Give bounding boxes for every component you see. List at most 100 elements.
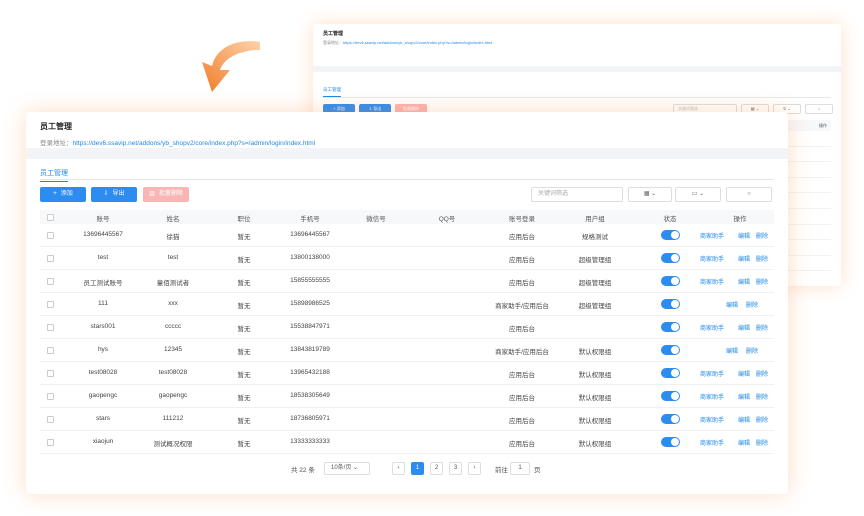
cell-name: 徐猫 xyxy=(166,234,180,241)
page-3-button[interactable]: 3 xyxy=(449,462,462,475)
status-toggle[interactable] xyxy=(661,345,680,355)
delete-link[interactable]: 删除 xyxy=(756,277,768,286)
select-all-checkbox[interactable] xyxy=(47,214,54,221)
table-row: xiaojun 测试概况权限 暂无 13333333333 应用后台 默认权限组 商家助手 编… xyxy=(40,431,774,454)
cell-position: 暂无 xyxy=(237,395,251,402)
row-checkbox[interactable] xyxy=(47,439,54,446)
cell-account: 111 xyxy=(98,300,108,307)
add-button[interactable]: + 添加 xyxy=(40,187,86,202)
assistant-link[interactable]: 商家助手 xyxy=(700,323,724,332)
row-checkbox[interactable] xyxy=(47,278,54,285)
status-toggle[interactable] xyxy=(661,437,680,447)
cell-group: 超级管理组 xyxy=(578,280,612,287)
delete-link[interactable]: 删除 xyxy=(756,323,768,332)
assistant-link[interactable]: 商家助手 xyxy=(700,392,724,401)
assistant-link[interactable]: 商家助手 xyxy=(700,254,724,263)
cell-group: 规格测试 xyxy=(582,234,608,241)
status-toggle[interactable] xyxy=(661,414,680,424)
row-checkbox[interactable] xyxy=(47,416,54,423)
back-col-header: 操作 xyxy=(819,123,827,128)
col-qq: QQ号 xyxy=(438,216,456,223)
cell-account: gaopengc xyxy=(88,392,118,399)
table-row: stars001 ccccc 暂无 15538847971 应用后台 商家助手 编辑 删除 xyxy=(40,316,774,339)
delete-link[interactable]: 删除 xyxy=(756,231,768,240)
edit-link[interactable]: 编辑 xyxy=(738,254,750,263)
col-status: 状态 xyxy=(663,216,677,223)
delete-link[interactable]: 删除 xyxy=(756,438,768,447)
delete-link[interactable]: 删除 xyxy=(756,415,768,424)
row-checkbox[interactable] xyxy=(47,393,54,400)
login-url-link[interactable]: https://dev6.ssavip.net/addons/yb_shopv2… xyxy=(73,140,316,147)
row-checkbox[interactable] xyxy=(47,370,54,377)
status-toggle[interactable] xyxy=(661,253,680,263)
edit-link[interactable]: 编辑 xyxy=(738,392,750,401)
cell-phone: 15855555555 xyxy=(290,277,330,284)
status-toggle[interactable] xyxy=(661,322,680,332)
table-row: 13696445567 徐猫 暂无 13696445567 应用后台 规格测试 商家助手 编辑… xyxy=(40,224,774,247)
cell-name: test xyxy=(167,254,179,261)
download-icon: ⇩ xyxy=(103,191,109,197)
export-button[interactable]: ⇩ 导出 xyxy=(91,187,137,202)
cell-group: 默认权限组 xyxy=(578,418,612,425)
edit-link[interactable]: 编辑 xyxy=(738,438,750,447)
delete-link[interactable]: 删除 xyxy=(746,300,758,309)
search-icon: ○ xyxy=(747,191,751,197)
row-checkbox[interactable] xyxy=(47,255,54,262)
cell-account: 13696445567 xyxy=(83,231,123,238)
batch-delete-button[interactable]: ▥ 批量删除 xyxy=(143,187,189,202)
keyword-search-input[interactable]: 关键词筛选 xyxy=(531,187,623,202)
delete-link[interactable]: 删除 xyxy=(756,392,768,401)
batch-delete-label: 批量删除 xyxy=(158,191,183,197)
edit-link[interactable]: 编辑 xyxy=(738,277,750,286)
back-header: 员工管理 登录地址：https://dev6.ssavip.net/addons… xyxy=(313,24,841,60)
assistant-link[interactable]: 商家助手 xyxy=(700,277,724,286)
edit-link[interactable]: 编辑 xyxy=(726,346,738,355)
goto-page-input[interactable]: 1 xyxy=(510,462,530,475)
folder-select[interactable]: ▭ ⌄ xyxy=(675,187,721,202)
delete-link[interactable]: 删除 xyxy=(756,254,768,263)
assistant-link[interactable]: 商家助手 xyxy=(700,438,724,447)
edit-link[interactable]: 编辑 xyxy=(726,300,738,309)
delete-link[interactable]: 删除 xyxy=(746,346,758,355)
edit-link[interactable]: 编辑 xyxy=(738,415,750,424)
back-login-url[interactable]: https://dev6.ssavip.net/addons/yb_shopv2… xyxy=(343,40,492,45)
search-button[interactable]: ○ xyxy=(726,187,772,202)
cell-login: 应用后台 xyxy=(509,372,535,379)
page-1-button[interactable]: 1 xyxy=(411,462,424,475)
page-size-value: 10条/页 xyxy=(331,465,352,471)
prev-page-button[interactable]: ‹ xyxy=(392,462,405,475)
assistant-link[interactable]: 商家助手 xyxy=(700,415,724,424)
status-toggle[interactable] xyxy=(661,391,680,401)
next-page-button[interactable]: › xyxy=(468,462,481,475)
login-label: 登录地址： xyxy=(40,140,73,147)
cell-position: 暂无 xyxy=(237,280,251,287)
cell-position: 暂无 xyxy=(237,372,251,379)
status-toggle[interactable] xyxy=(661,368,680,378)
page-2-button[interactable]: 2 xyxy=(430,462,443,475)
cell-account: test08028 xyxy=(88,369,118,376)
edit-link[interactable]: 编辑 xyxy=(738,231,750,240)
cell-name: gaopengc xyxy=(158,392,188,399)
status-toggle[interactable] xyxy=(661,299,680,309)
edit-link[interactable]: 编辑 xyxy=(738,369,750,378)
col-login: 账号登录 xyxy=(509,216,535,223)
curved-arrow-icon xyxy=(202,41,260,92)
back-search-button[interactable]: ○ xyxy=(805,104,833,114)
cell-position: 暂无 xyxy=(237,441,251,448)
status-toggle[interactable] xyxy=(661,230,680,240)
delete-link[interactable]: 删除 xyxy=(756,369,768,378)
page-size-select[interactable]: 10条/页 ⌄ xyxy=(324,462,370,475)
cell-login: 应用后台 xyxy=(509,234,535,241)
row-checkbox[interactable] xyxy=(47,301,54,308)
assistant-link[interactable]: 商家助手 xyxy=(700,231,724,240)
grid-view-select[interactable]: ▦ ⌄ xyxy=(628,187,672,202)
row-checkbox[interactable] xyxy=(47,347,54,354)
status-toggle[interactable] xyxy=(661,276,680,286)
table-row: stars 111212 暂无 18736805971 应用后台 默认权限组 商家助手 编辑删… xyxy=(40,408,774,431)
row-checkbox[interactable] xyxy=(47,324,54,331)
edit-link[interactable]: 编辑 xyxy=(738,323,750,332)
back-tab-staff[interactable]: 员工管理 xyxy=(323,87,341,97)
assistant-link[interactable]: 商家助手 xyxy=(700,369,724,378)
cell-phone: 13965432188 xyxy=(290,369,330,376)
row-checkbox[interactable] xyxy=(47,232,54,239)
